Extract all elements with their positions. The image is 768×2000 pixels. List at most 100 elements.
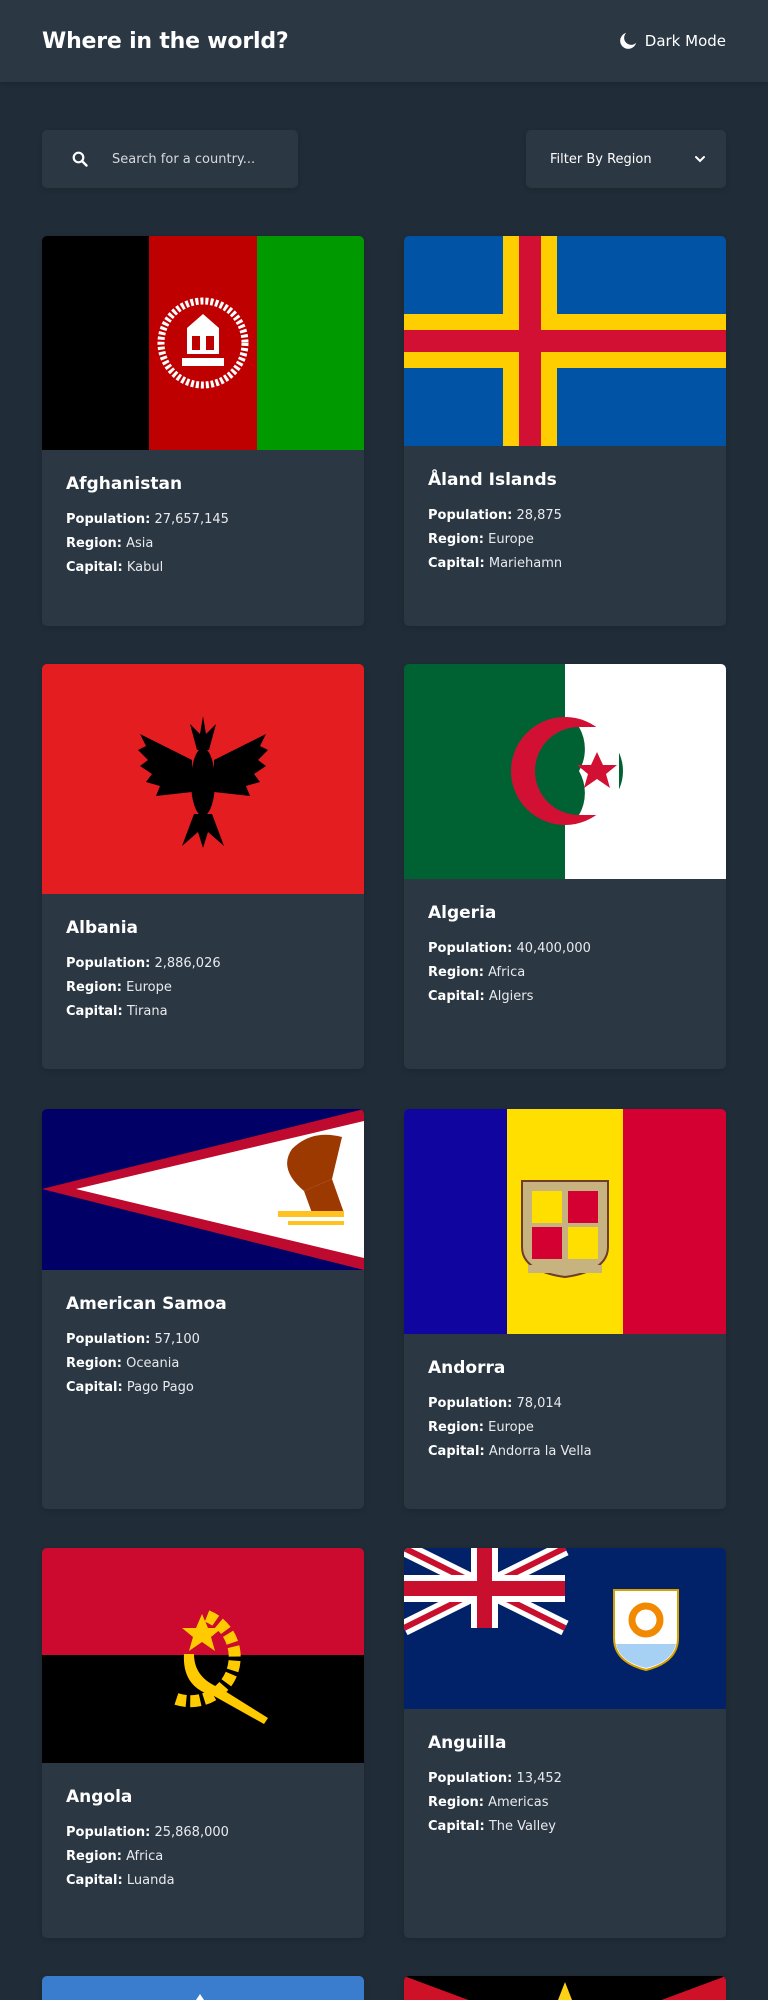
country-card-algeria[interactable]: Algeria Population: 40,400,000 Region: A… xyxy=(404,664,726,1069)
search-input[interactable] xyxy=(112,151,262,167)
flag-albania xyxy=(42,664,364,894)
flag-partial xyxy=(404,1976,726,2000)
country-population: Population: 40,400,000 xyxy=(428,937,702,961)
population-label: Population: xyxy=(66,1332,151,1347)
country-card-anguilla[interactable]: Anguilla Population: 13,452 Region: Amer… xyxy=(404,1548,726,1938)
population-label: Population: xyxy=(428,941,513,956)
population-label: Population: xyxy=(66,1825,151,1840)
page-title: Where in the world? xyxy=(42,28,289,54)
country-name: Afghanistan xyxy=(66,474,183,494)
region-value: Europe xyxy=(126,980,172,995)
region-value: Americas xyxy=(488,1795,549,1810)
country-card-albania[interactable]: Albania Population: 2,886,026 Region: Eu… xyxy=(42,664,364,1069)
country-card-partial[interactable] xyxy=(404,1976,726,2000)
region-label: Region: xyxy=(428,532,484,547)
capital-label: Capital: xyxy=(66,1004,123,1019)
population-value: 78,014 xyxy=(516,1396,562,1411)
country-card-afghanistan[interactable]: Afghanistan Population: 27,657,145 Regio… xyxy=(42,236,364,626)
controls-bar: Filter By Region xyxy=(42,130,726,188)
flag-anguilla xyxy=(404,1548,726,1709)
capital-value: Luanda xyxy=(126,1873,175,1888)
flag-american-samoa xyxy=(42,1109,364,1270)
moon-icon xyxy=(619,32,636,49)
chevron-down-icon xyxy=(695,156,705,163)
capital-value: Mariehamn xyxy=(488,556,563,571)
capital-value: Algiers xyxy=(488,989,534,1004)
country-region: Region: Africa xyxy=(428,961,702,985)
capital-label: Capital: xyxy=(66,1873,123,1888)
flag-aland-islands xyxy=(404,236,726,446)
country-region: Region: Africa xyxy=(66,1845,340,1869)
flag-angola xyxy=(42,1548,364,1763)
country-capital: Capital: Mariehamn xyxy=(428,552,702,576)
country-region: Region: Americas xyxy=(428,1791,702,1815)
population-label: Population: xyxy=(66,956,151,971)
region-label: Region: xyxy=(428,1420,484,1435)
country-capital: Capital: Pago Pago xyxy=(66,1376,340,1400)
region-label: Region: xyxy=(66,536,122,551)
country-region: Region: Asia xyxy=(66,532,340,556)
country-population: Population: 13,452 xyxy=(428,1767,702,1791)
population-value: 28,875 xyxy=(516,508,562,523)
country-grid: Afghanistan Population: 27,657,145 Regio… xyxy=(42,236,726,2000)
country-name: American Samoa xyxy=(66,1294,227,1314)
population-value: 57,100 xyxy=(154,1332,200,1347)
country-population: Population: 25,868,000 xyxy=(66,1821,340,1845)
region-value: Oceania xyxy=(126,1356,180,1371)
capital-label: Capital: xyxy=(66,560,123,575)
country-card-partial[interactable] xyxy=(42,1976,364,2000)
flag-partial xyxy=(42,1976,364,2000)
region-label: Region: xyxy=(428,965,484,980)
region-label: Region: xyxy=(66,1849,122,1864)
capital-label: Capital: xyxy=(428,1444,485,1459)
capital-label: Capital: xyxy=(66,1380,123,1395)
country-region: Region: Europe xyxy=(428,1416,702,1440)
capital-value: Kabul xyxy=(126,560,164,575)
capital-label: Capital: xyxy=(428,1819,485,1834)
flag-andorra xyxy=(404,1109,726,1334)
region-value: Africa xyxy=(488,965,526,980)
country-name: Albania xyxy=(66,918,139,938)
region-label: Region: xyxy=(66,980,122,995)
country-capital: Capital: Kabul xyxy=(66,556,340,580)
capital-value: Tirana xyxy=(126,1004,168,1019)
country-capital: Capital: The Valley xyxy=(428,1815,702,1839)
country-card-american-samoa[interactable]: American Samoa Population: 57,100 Region… xyxy=(42,1109,364,1509)
search-box[interactable] xyxy=(42,130,298,188)
country-card-angola[interactable]: Angola Population: 25,868,000 Region: Af… xyxy=(42,1548,364,1938)
search-icon xyxy=(72,151,88,167)
population-value: 27,657,145 xyxy=(154,512,229,527)
region-filter-dropdown[interactable]: Filter By Region xyxy=(526,130,726,188)
country-region: Region: Oceania xyxy=(66,1352,340,1376)
dark-mode-toggle[interactable]: Dark Mode xyxy=(619,32,726,50)
region-value: Europe xyxy=(488,1420,534,1435)
region-label: Region: xyxy=(428,1795,484,1810)
capital-value: Andorra la Vella xyxy=(488,1444,592,1459)
region-value: Asia xyxy=(126,536,154,551)
country-name: Algeria xyxy=(428,903,497,923)
country-name: Angola xyxy=(66,1787,133,1807)
country-population: Population: 27,657,145 xyxy=(66,508,340,532)
country-card-aland-islands[interactable]: Åland Islands Population: 28,875 Region:… xyxy=(404,236,726,626)
population-label: Population: xyxy=(428,508,513,523)
country-population: Population: 57,100 xyxy=(66,1328,340,1352)
country-capital: Capital: Andorra la Vella xyxy=(428,1440,702,1464)
country-capital: Capital: Tirana xyxy=(66,1000,340,1024)
country-name: Anguilla xyxy=(428,1733,507,1753)
population-label: Population: xyxy=(428,1396,513,1411)
capital-label: Capital: xyxy=(428,989,485,1004)
population-label: Population: xyxy=(428,1771,513,1786)
country-name: Åland Islands xyxy=(428,470,557,490)
region-label: Region: xyxy=(66,1356,122,1371)
region-value: Africa xyxy=(126,1849,164,1864)
app-header: Where in the world? Dark Mode xyxy=(0,0,768,82)
country-population: Population: 28,875 xyxy=(428,504,702,528)
flag-algeria xyxy=(404,664,726,879)
country-region: Region: Europe xyxy=(66,976,340,1000)
population-value: 13,452 xyxy=(516,1771,562,1786)
country-name: Andorra xyxy=(428,1358,506,1378)
country-card-andorra[interactable]: Andorra Population: 78,014 Region: Europ… xyxy=(404,1109,726,1509)
flag-afghanistan xyxy=(42,236,364,450)
country-population: Population: 78,014 xyxy=(428,1392,702,1416)
region-value: Europe xyxy=(488,532,534,547)
